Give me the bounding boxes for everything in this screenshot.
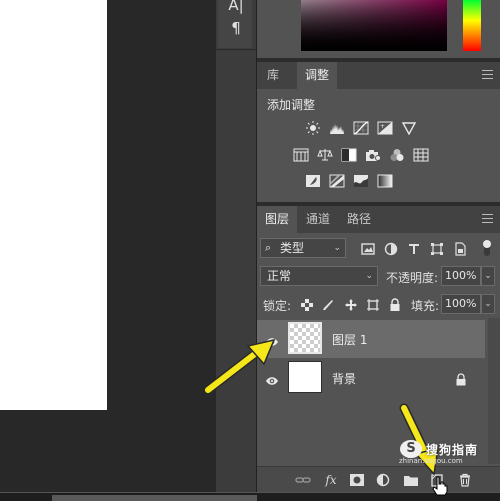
vibrance-icon[interactable] [401,121,417,135]
paragraph-panel-icon[interactable]: ¶ [224,19,248,37]
document-canvas[interactable] [0,0,107,410]
invert-icon[interactable] [305,174,321,188]
yellow-arrow-annotation [203,338,276,395]
link-layers-icon[interactable] [295,473,311,487]
shape-layer-filter-icon[interactable] [430,241,444,255]
gradient-map-icon[interactable] [377,174,393,188]
layers-tabbar: 图层 通道 路径 [257,206,500,233]
threshold-icon[interactable] [353,174,369,188]
delete-icon[interactable] [457,473,473,487]
color-balance-icon[interactable] [317,148,333,162]
hue-slider[interactable] [463,0,481,51]
layer-name[interactable]: 背景 [332,370,356,387]
opacity-dropdown-button[interactable]: ⌄ [481,266,495,286]
pixel-layer-filter-icon[interactable] [361,241,375,255]
photo-filter-icon[interactable] [365,148,381,162]
lock-artboard-icon[interactable] [366,297,380,311]
layer-row-layer-1[interactable]: 图层 1 [257,320,485,358]
layer-thumbnail [288,361,322,393]
adjustments-panel: 库 调整 添加调整 + [257,62,500,202]
chevron-down-icon: ⌄ [365,271,373,281]
panel-menu-icon[interactable] [482,214,493,223]
tab-layers[interactable]: 图层 [257,206,297,233]
tab-library[interactable]: 库 [257,62,289,89]
chevron-down-icon: ⌄ [333,243,341,253]
fill-dropdown-button[interactable]: ⌄ [481,294,495,314]
opacity-label: 不透明度: [386,271,439,285]
channel-mixer-icon[interactable] [389,148,405,162]
add-adjustment-title: 添加调整 [267,98,316,112]
filter-toggle-switch[interactable] [482,240,492,256]
lock-all-icon[interactable] [388,297,402,311]
adjustments-tabbar: 库 调整 [257,62,500,89]
layer-name[interactable]: 图层 1 [332,331,367,348]
color-panel [257,0,500,58]
layers-footer-toolbar: fx [257,466,500,493]
lock-position-icon[interactable] [344,297,358,311]
strip-divider [216,49,256,50]
blend-mode-value: 正常 [267,269,292,283]
brightness-contrast-icon[interactable] [305,121,321,135]
document-canvas-area[interactable] [0,0,216,492]
hand-cursor-icon [432,476,448,496]
lock-label: 锁定: [263,299,292,313]
adjustment-layer-icon[interactable] [375,473,391,487]
fx-icon[interactable]: fx [323,473,339,487]
lock-icon[interactable] [455,371,467,386]
curves-icon[interactable] [353,121,369,135]
character-panel-icon[interactable]: A| [224,0,248,14]
tab-paths[interactable]: 路径 [341,206,377,233]
horizontal-scrollbar[interactable] [52,495,257,501]
lock-transparent-pixels-icon[interactable] [300,297,314,311]
blend-mode-select[interactable]: 正常 ⌄ [260,266,378,286]
opacity-input[interactable]: 100% [441,266,481,286]
fill-label: 填充: [411,299,440,313]
fill-input[interactable]: 100% [441,294,481,314]
layer-row-background[interactable]: 背景 [257,359,485,397]
sogou-watermark: S 搜狗指南 zhinan.sogou.com [396,440,500,465]
sogou-logo: S [400,440,422,458]
layer-filter-select[interactable]: ⌕ 类型 ⌄ [260,238,346,258]
collapsed-panel-strip: A| ¶ [216,0,257,492]
svg-text:+: + [380,123,385,130]
exposure-icon[interactable]: + [377,121,393,135]
tab-channels[interactable]: 通道 [300,206,336,233]
right-panel-dock: 库 调整 添加调整 + 图层 通道 路径 ⌕ 类型 ⌄ 正常 ⌄ 不透明度: 1… [257,0,500,493]
color-saturation-field[interactable] [301,0,447,51]
layer-filter-label: 类型 [280,241,305,255]
layer-thumbnail [288,322,322,354]
adjustment-layer-filter-icon[interactable] [384,241,398,256]
tab-adjustments[interactable]: 调整 [297,62,337,89]
search-icon: ⌕ [265,241,272,254]
black-white-icon[interactable] [341,148,357,162]
lock-image-pixels-icon[interactable] [321,297,335,311]
photoshop-window: A| ¶ 库 调整 添加调整 + 图层 通道 路径 ⌕ 类型 ⌄ 正常 ⌄ 不透… [0,0,500,501]
watermark-text: 搜狗指南 [426,443,479,457]
hue-saturation-icon[interactable] [293,148,309,162]
smart-object-filter-icon[interactable] [453,241,467,256]
add-mask-icon[interactable] [349,473,365,487]
type-layer-filter-icon[interactable] [407,241,421,255]
posterize-icon[interactable] [329,174,345,188]
levels-icon[interactable] [329,121,345,135]
watermark-url: zhinan.sogou.com [399,457,463,465]
color-lookup-icon[interactable] [413,148,429,162]
panel-menu-icon[interactable] [482,70,493,79]
